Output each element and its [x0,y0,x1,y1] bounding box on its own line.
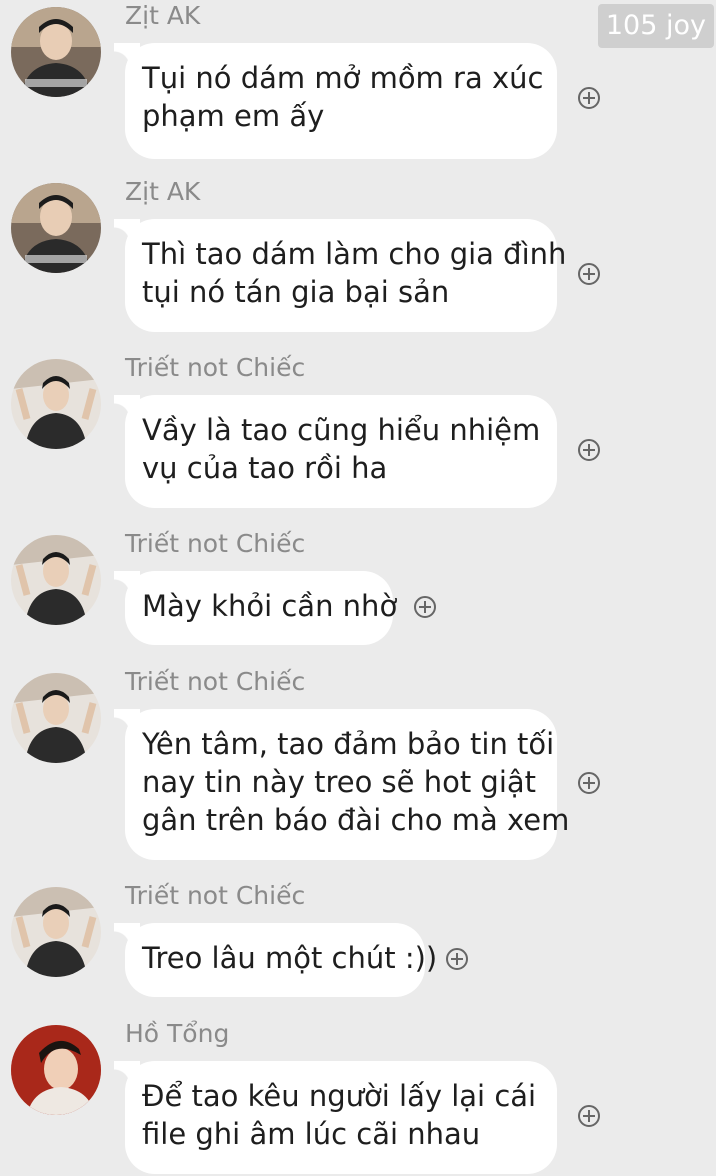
message-bubble[interactable]: Mày khỏi cần nhờ [114,571,398,645]
add-reaction-icon[interactable] [578,1105,600,1127]
avatar-ak-icon[interactable] [11,183,101,273]
message-text: tụi nó tán gia bại sản [142,275,450,309]
message-text: gân trên báo đài cho mà xem [142,803,570,837]
add-reaction-icon[interactable] [414,596,436,618]
message-bubble[interactable]: Thì tao dám làm cho gia đình tụi nó tán … [114,219,567,332]
sender-name: Triết not Chiếc [125,667,306,696]
sender-name: Zịt AK [125,177,201,206]
message-text: Thì tao dám làm cho gia đình [142,237,567,271]
avatar-triet-icon[interactable] [11,673,101,763]
add-reaction-icon[interactable] [578,87,600,109]
add-reaction-icon[interactable] [578,772,600,794]
add-reaction-icon[interactable] [446,948,468,970]
avatar-triet-icon[interactable] [11,535,101,625]
message-text: Tụi nó dám mở mồm ra xúc [142,61,544,95]
message-text: Yên tâm, tao đảm bảo tin tối [142,727,555,761]
message-text: file ghi âm lúc cãi nhau [142,1117,481,1151]
avatar-triet-icon[interactable] [11,887,101,977]
sender-name: Triết not Chiếc [125,529,306,558]
message-text: phạm em ấy [142,99,325,133]
message-text: vụ của tao rồi ha [142,451,388,485]
message-text: Để tao kêu người lấy lại cái [142,1079,537,1113]
message-text: nay tin này treo sẽ hot giật [142,765,537,799]
add-reaction-icon[interactable] [578,263,600,285]
watermark: 105 joy [597,4,714,49]
sender-name: Hồ Tổng [125,1019,230,1048]
add-reaction-icon[interactable] [578,439,600,461]
message-bubble[interactable]: Vầy là tao cũng hiểu nhiệm vụ của tao rồ… [114,395,557,508]
message-text: Treo lâu một chút :)) [142,941,438,975]
message-bubble[interactable]: Tụi nó dám mở mồm ra xúc phạm em ấy [114,43,557,159]
avatar-ak-icon[interactable] [11,7,101,97]
avatar-ho-icon[interactable] [11,1025,101,1115]
message-text: Mày khỏi cần nhờ [142,589,398,623]
sender-name: Triết not Chiếc [125,353,306,382]
message-text: Vầy là tao cũng hiểu nhiệm [142,413,541,447]
sender-name: Triết not Chiếc [125,881,306,910]
sender-name: Zịt AK [125,1,201,30]
message-bubble[interactable]: Yên tâm, tao đảm bảo tin tối nay tin này… [114,709,570,860]
avatar-triet-icon[interactable] [11,359,101,449]
message-bubble[interactable]: Treo lâu một chút :)) [114,923,438,997]
message-bubble[interactable]: Để tao kêu người lấy lại cái file ghi âm… [114,1061,557,1174]
